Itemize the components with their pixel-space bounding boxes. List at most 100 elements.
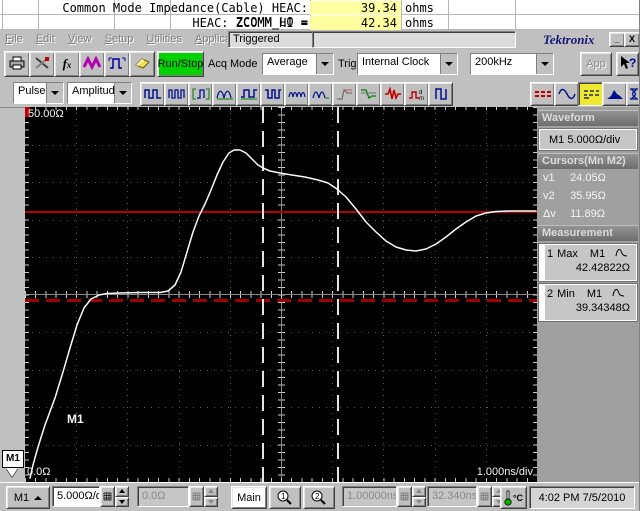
increment-button[interactable]: [115, 486, 129, 497]
acq-mode-label: Acq Mode: [208, 52, 258, 76]
eye-diagram-icon: [628, 87, 640, 101]
waveform-tool-button[interactable]: [79, 51, 105, 77]
bracket-pulse-button[interactable]: [428, 82, 453, 106]
pulse-train-button[interactable]: [140, 82, 165, 106]
tools-button[interactable]: [29, 51, 55, 77]
channel-select-button[interactable]: M1: [6, 486, 50, 509]
cursor-dv-value: 11.89Ω: [570, 208, 605, 220]
pulse-tool-button[interactable]: [104, 51, 130, 77]
table-gridline: [401, 0, 402, 30]
step-response-button[interactable]: [332, 82, 357, 106]
keypad-button[interactable]: [477, 486, 492, 507]
zcomm-hi-label: HEAC: ZCOMM_HI =: [38, 16, 308, 30]
pattern-toolbar: Pulse Amplitude dm: [0, 79, 640, 108]
chevron-down-icon[interactable]: [316, 54, 333, 74]
decrement-button[interactable]: [204, 497, 218, 508]
menu-edit[interactable]: Edit: [36, 30, 55, 48]
cursor-v1-row: v1 24.05Ω: [543, 172, 637, 184]
rounded-train-button[interactable]: [308, 82, 333, 106]
readout-button-active[interactable]: [578, 82, 603, 106]
gated-pulse-icon: [192, 87, 210, 101]
horizontal-scale-input[interactable]: 1.00000ns: [342, 486, 397, 507]
histogram-button[interactable]: [602, 82, 627, 106]
chevron-down-icon[interactable]: [440, 54, 457, 74]
menu-utilities[interactable]: Utilities: [146, 30, 181, 48]
keypad-icon: [400, 492, 409, 501]
keypad-button[interactable]: [100, 486, 115, 507]
horizontal-position-input[interactable]: 32.340ns: [427, 486, 477, 507]
run-stop-button[interactable]: Run/Stop: [157, 51, 204, 77]
minimize-button[interactable]: _: [609, 32, 625, 47]
acq-mode-select[interactable]: Average: [262, 53, 334, 75]
temperature-button[interactable]: °C: [500, 486, 527, 509]
trig-source-select[interactable]: Internal Clock: [357, 53, 458, 75]
context-help-button[interactable]: ?: [616, 52, 639, 76]
clock-rate-value: 200kHz: [471, 54, 536, 74]
zcomm-lo-unit: ohms: [405, 1, 434, 15]
thermometer-icon: [504, 490, 512, 506]
zcomm-hi-unit: ohms: [405, 16, 434, 30]
cursor-dv-row: Δv 11.89Ω: [543, 208, 637, 220]
zoom2-button[interactable]: 2: [303, 486, 335, 509]
amplitude-mode-select[interactable]: Amplitude: [67, 82, 132, 104]
dense-pulse-train-button[interactable]: [164, 82, 189, 106]
horizontal-control-bar: M1 5.000Ω/di 0.0Ω Main 1 2 1.00: [0, 482, 640, 511]
chevron-down-icon[interactable]: [46, 83, 63, 103]
rounded-pulse-button[interactable]: [212, 82, 237, 106]
temp-unit-label: °C: [513, 493, 523, 503]
channel-handle-m1[interactable]: M1: [2, 450, 24, 468]
zoom1-button[interactable]: 1: [269, 486, 301, 509]
print-button[interactable]: [4, 51, 30, 77]
trace-label: M1: [67, 412, 84, 426]
tdr-measure-button[interactable]: dm: [404, 82, 429, 106]
eye-diagram-button[interactable]: [626, 82, 640, 106]
vertical-scale-input[interactable]: 5.000Ω/di: [52, 486, 100, 507]
table-gridline: [515, 0, 516, 30]
menu-setup[interactable]: Setup: [105, 30, 134, 48]
noise-burst-button[interactable]: [380, 82, 405, 106]
menu-file[interactable]: File: [5, 30, 23, 48]
small-pulse-train-button[interactable]: [284, 82, 309, 106]
menu-view[interactable]: View: [68, 30, 92, 48]
pulse-baseline-button[interactable]: [236, 82, 261, 106]
main-timebase-button[interactable]: Main: [231, 486, 267, 509]
app-button[interactable]: App: [580, 52, 612, 76]
vertical-offset-input[interactable]: 0.0Ω: [137, 486, 189, 507]
waveform-trace: [30, 150, 536, 478]
magnifier-2-icon: 2: [311, 490, 327, 506]
close-button[interactable]: X: [624, 32, 640, 47]
keypad-button[interactable]: [397, 486, 412, 507]
scope-app-window: Common Mode Impedance(Cable) HEAC: ZCOMM…: [0, 0, 640, 511]
increment-button[interactable]: [204, 486, 218, 497]
cursor-v1-value: 24.05Ω: [570, 172, 606, 184]
math-button[interactable]: fx: [54, 51, 80, 77]
measurement-1-box[interactable]: 1 Max M1 42.42822Ω: [539, 244, 637, 281]
chevron-down-icon[interactable]: [114, 83, 131, 103]
measurement-section-header: Measurement: [538, 225, 638, 241]
well-pulse-button[interactable]: [260, 82, 285, 106]
decrement-button[interactable]: [115, 497, 129, 508]
waveform-scale-box[interactable]: M1 5.000Ω/div: [539, 129, 637, 150]
clock-rate-select[interactable]: 200kHz: [470, 53, 554, 75]
increment-button[interactable]: [412, 486, 426, 497]
cursor-v2-name: v2: [543, 190, 567, 202]
falling-step-button[interactable]: [356, 82, 381, 106]
measurement-2-box[interactable]: 2 Min M1 39.34348Ω: [539, 284, 637, 321]
help-cursor-icon: ?: [620, 55, 636, 74]
cursors-button[interactable]: [530, 82, 555, 106]
keypad-button[interactable]: [189, 486, 204, 507]
zcomm-lo-value: 39.34: [310, 1, 401, 15]
rounded-train-icon: [312, 87, 330, 101]
decrement-button[interactable]: [412, 497, 426, 508]
keypad-icon: [192, 492, 201, 501]
chevron-up-icon: [34, 496, 42, 500]
waveform-view-button[interactable]: [554, 82, 579, 106]
main-toolbar: fx Run/Stop Acq Mode Average Trig Intern…: [0, 49, 640, 80]
pulse-mode-select[interactable]: Pulse: [13, 82, 64, 104]
gated-pulse-button[interactable]: [188, 82, 213, 106]
chevron-down-icon[interactable]: [536, 54, 553, 74]
noise-burst-icon: [384, 87, 402, 101]
waveform-icon: [83, 56, 101, 73]
eraser-icon: [133, 56, 151, 73]
erase-button[interactable]: [129, 51, 155, 77]
